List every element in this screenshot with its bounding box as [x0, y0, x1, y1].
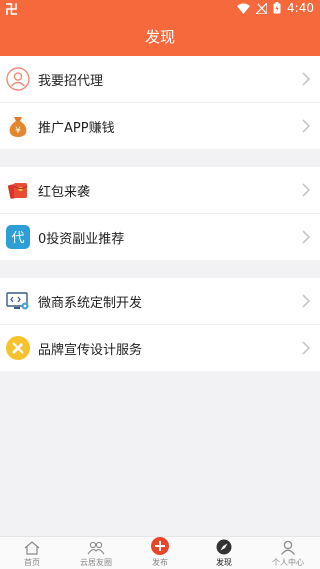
- status-icons: 4:40: [237, 1, 320, 15]
- menu-item-label: 0投资副业推荐: [38, 231, 125, 247]
- menu-item-label: 微商系统定制开发: [38, 295, 143, 311]
- chevron-right-icon: [302, 341, 311, 355]
- menu-item-brand-design[interactable]: 品牌宣传设计服务: [0, 325, 320, 371]
- menu-item-recruit-agent[interactable]: 我要招代理: [0, 56, 320, 103]
- menu-group-services: 微商系统定制开发 品牌宣传设计服务: [0, 278, 320, 371]
- chevron-right-icon: [302, 119, 311, 133]
- page-header: 发现: [0, 16, 320, 56]
- page-title: 发现: [144, 27, 175, 46]
- menu-group-agency: 我要招代理 ¥ 推广APP赚钱: [0, 56, 320, 149]
- money-bag-icon: ¥: [6, 114, 30, 138]
- computer-code-icon: [6, 289, 30, 313]
- tab-publish[interactable]: 发布: [128, 537, 192, 569]
- friends-icon: [87, 541, 105, 555]
- bottom-tab-bar: 首页 云居友圈 发布 发现 个人中心: [0, 536, 320, 569]
- group-separator: [0, 260, 320, 278]
- tab-label: 首页: [24, 558, 40, 567]
- discover-list: 我要招代理 ¥ 推广APP赚钱 红包来袭 代 0投资副业推荐 微商系统定制开发 …: [0, 56, 320, 371]
- menu-item-label: 红包来袭: [38, 184, 91, 200]
- home-icon: [24, 541, 40, 555]
- menu-group-income: 红包来袭 代 0投资副业推荐: [0, 167, 320, 260]
- tab-label: 个人中心: [272, 558, 304, 567]
- menu-item-promote-app[interactable]: ¥ 推广APP赚钱: [0, 103, 320, 149]
- menu-item-red-envelope[interactable]: 红包来袭: [0, 167, 320, 214]
- tab-label: 云居友圈: [80, 558, 112, 567]
- chevron-right-icon: [302, 230, 311, 244]
- chevron-right-icon: [302, 72, 311, 86]
- status-time: 4:40: [287, 1, 314, 15]
- compass-icon: [216, 539, 232, 555]
- red-envelope-icon: [6, 178, 30, 202]
- battery-icon: [273, 2, 281, 14]
- wifi-icon: [237, 3, 251, 14]
- menu-item-side-business[interactable]: 代 0投资副业推荐: [0, 214, 320, 260]
- tab-profile[interactable]: 个人中心: [256, 537, 320, 569]
- chevron-right-icon: [302, 183, 311, 197]
- dai-badge-icon: 代: [6, 225, 30, 249]
- menu-item-label: 品牌宣传设计服务: [38, 342, 143, 358]
- user-icon: [281, 540, 295, 555]
- plus-circle-icon: [151, 537, 169, 555]
- tab-discover[interactable]: 发现: [192, 537, 256, 569]
- tab-label: 发布: [152, 558, 168, 567]
- tab-label: 发现: [216, 558, 232, 567]
- tab-friends[interactable]: 云居友圈: [64, 537, 128, 569]
- signal-icon: [256, 2, 268, 14]
- carrier-icon: 卍: [5, 2, 19, 18]
- person-circle-icon: [6, 67, 30, 91]
- svg-text:¥: ¥: [15, 126, 21, 136]
- tab-home[interactable]: 首页: [0, 537, 64, 569]
- badge-text: 代: [11, 231, 24, 246]
- menu-item-wechat-system-dev[interactable]: 微商系统定制开发: [0, 278, 320, 325]
- menu-item-label: 推广APP赚钱: [38, 120, 115, 136]
- status-bar: 卍 4:40: [0, 0, 320, 18]
- menu-item-label: 我要招代理: [38, 73, 104, 89]
- design-tools-icon: [6, 336, 30, 360]
- chevron-right-icon: [302, 294, 311, 308]
- group-separator: [0, 149, 320, 167]
